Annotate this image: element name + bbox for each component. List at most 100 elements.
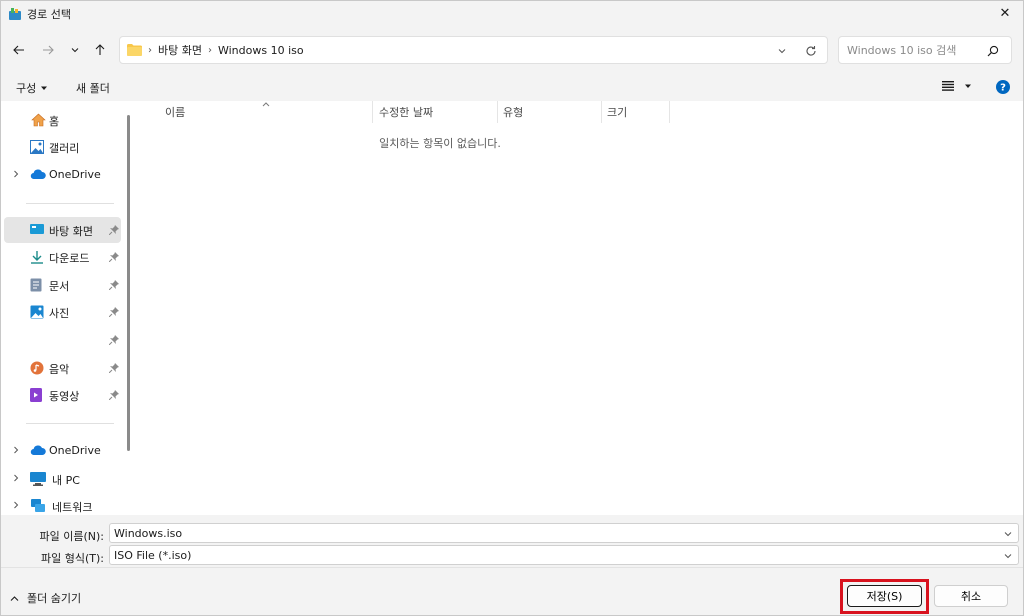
sidebar-item-desktop[interactable]: 바탕 화면 bbox=[4, 217, 121, 243]
cloud-icon bbox=[30, 445, 46, 459]
view-options-button[interactable] bbox=[942, 81, 972, 91]
sidebar-item-label: 동영상 bbox=[49, 390, 80, 403]
sidebar-item-onedrive[interactable]: OneDrive bbox=[4, 162, 121, 188]
dialog-footer: 폴더 숨기기 저장(S) 취소 bbox=[0, 567, 1024, 616]
chevron-right-icon bbox=[14, 474, 19, 482]
close-button[interactable]: ✕ bbox=[994, 3, 1016, 23]
help-icon: ? bbox=[996, 80, 1010, 94]
filetype-label: 파일 형식(T): bbox=[41, 552, 104, 565]
chevron-down-icon bbox=[778, 49, 786, 54]
up-button[interactable] bbox=[89, 39, 111, 61]
sidebar-item-label: 갤러리 bbox=[49, 142, 80, 155]
filetype-select[interactable]: ISO File (*.iso) bbox=[109, 545, 1019, 565]
pc-icon bbox=[30, 472, 46, 486]
window-title: 경로 선택 bbox=[27, 7, 71, 21]
hide-folders-label: 폴더 숨기기 bbox=[27, 592, 82, 605]
sidebar-item-home[interactable]: 홈 bbox=[4, 107, 121, 133]
chevron-down-icon bbox=[71, 48, 79, 53]
title-bar: 경로 선택 ✕ bbox=[0, 0, 1024, 27]
sidebar-item-music[interactable]: 음악 bbox=[4, 355, 121, 381]
pin-icon bbox=[109, 335, 119, 345]
breadcrumb-current-folder[interactable]: Windows 10 iso bbox=[218, 44, 304, 57]
search-input[interactable] bbox=[847, 43, 987, 57]
sidebar-item-label: OneDrive bbox=[49, 168, 101, 181]
column-separator[interactable] bbox=[601, 101, 602, 123]
sidebar-scrollbar[interactable] bbox=[127, 115, 130, 451]
filetype-row: 파일 형식(T): ISO File (*.iso) bbox=[0, 545, 1024, 567]
hide-folders-button[interactable]: 폴더 숨기기 bbox=[10, 590, 81, 606]
search-icon[interactable] bbox=[987, 45, 999, 57]
address-dropdown-button[interactable] bbox=[777, 46, 787, 56]
chevron-right-icon bbox=[14, 446, 19, 454]
sidebar-item-videos[interactable]: 동영상 bbox=[4, 382, 121, 408]
save-button[interactable]: 저장(S) bbox=[847, 585, 922, 607]
chevron-right-icon bbox=[14, 170, 19, 178]
chevron-down-icon bbox=[1004, 532, 1012, 537]
organize-menu-button[interactable]: 구성 bbox=[16, 80, 48, 96]
sidebar-item-label: 문서 bbox=[49, 280, 70, 293]
chevron-down-icon bbox=[1004, 554, 1012, 559]
gallery-icon bbox=[30, 140, 44, 154]
video-icon bbox=[30, 388, 44, 402]
folder-icon bbox=[127, 44, 142, 56]
document-icon bbox=[30, 278, 44, 292]
back-arrow-icon bbox=[13, 45, 24, 55]
cloud-icon bbox=[30, 169, 46, 183]
column-separator[interactable] bbox=[669, 101, 670, 123]
column-separator[interactable] bbox=[372, 101, 373, 123]
sidebar-item-label: OneDrive bbox=[49, 444, 101, 457]
navigation-pane: 홈 갤러리 OneDrive 바탕 화면 다운로드 문서 사진 음악 동영상 O… bbox=[0, 101, 135, 515]
column-separator[interactable] bbox=[497, 101, 498, 123]
home-icon bbox=[31, 113, 46, 127]
pin-icon bbox=[109, 363, 119, 373]
address-bar[interactable]: › 바탕 화면 › Windows 10 iso bbox=[119, 36, 828, 64]
list-view-icon bbox=[942, 81, 954, 91]
cancel-button[interactable]: 취소 bbox=[934, 585, 1008, 607]
filename-input[interactable] bbox=[114, 526, 984, 540]
desktop-icon bbox=[30, 223, 44, 237]
sidebar-divider bbox=[26, 423, 114, 424]
sidebar-item-pictures[interactable]: 사진 bbox=[4, 299, 121, 325]
sidebar-item-label: 사진 bbox=[49, 307, 70, 320]
command-bar: 구성 새 폴더 ? bbox=[0, 73, 1024, 101]
music-icon bbox=[30, 361, 44, 375]
organize-label: 구성 bbox=[16, 82, 37, 95]
caret-down-icon bbox=[41, 86, 48, 90]
app-icon bbox=[9, 7, 21, 20]
filename-row: 파일 이름(N): bbox=[0, 523, 1024, 545]
recent-locations-button[interactable] bbox=[64, 39, 86, 61]
back-button[interactable] bbox=[8, 39, 30, 61]
sort-ascending-icon bbox=[262, 102, 270, 107]
column-header-size[interactable]: 크기 bbox=[607, 101, 627, 123]
forward-button[interactable] bbox=[37, 39, 59, 61]
main-area: 홈 갤러리 OneDrive 바탕 화면 다운로드 문서 사진 음악 동영상 O… bbox=[0, 101, 1024, 515]
sidebar-item-downloads[interactable]: 다운로드 bbox=[4, 244, 121, 270]
column-header-date-modified[interactable]: 수정한 날짜 bbox=[379, 101, 433, 123]
refresh-button[interactable] bbox=[805, 45, 817, 57]
new-folder-button[interactable]: 새 폴더 bbox=[76, 80, 110, 96]
search-box[interactable] bbox=[838, 36, 1012, 64]
pin-icon bbox=[109, 307, 119, 317]
breadcrumb-desktop[interactable]: 바탕 화면 bbox=[158, 42, 202, 58]
up-arrow-icon bbox=[95, 44, 105, 55]
column-header-type[interactable]: 유형 bbox=[503, 101, 523, 123]
close-icon: ✕ bbox=[999, 5, 1011, 21]
filename-combobox[interactable] bbox=[109, 523, 1019, 543]
column-header-name[interactable]: 이름 bbox=[165, 101, 185, 123]
breadcrumb-separator-icon: › bbox=[148, 44, 152, 56]
sidebar-item-unnamed[interactable] bbox=[4, 327, 121, 353]
breadcrumb-separator-icon: › bbox=[207, 44, 212, 56]
pin-icon bbox=[109, 225, 119, 235]
pin-icon bbox=[109, 390, 119, 400]
sidebar-item-documents[interactable]: 문서 bbox=[4, 272, 121, 298]
sidebar-item-label: 다운로드 bbox=[49, 252, 90, 265]
sidebar-item-onedrive-2[interactable]: OneDrive bbox=[4, 438, 121, 464]
chevron-up-icon bbox=[10, 595, 19, 601]
network-icon bbox=[30, 499, 45, 513]
sidebar-item-label: 네트워크 bbox=[52, 501, 93, 514]
help-button[interactable]: ? bbox=[996, 80, 1010, 97]
sidebar-item-label: 홈 bbox=[49, 115, 60, 128]
refresh-icon bbox=[806, 46, 816, 56]
sidebar-item-gallery[interactable]: 갤러리 bbox=[4, 134, 121, 160]
sidebar-item-this-pc[interactable]: 내 PC bbox=[4, 466, 121, 492]
